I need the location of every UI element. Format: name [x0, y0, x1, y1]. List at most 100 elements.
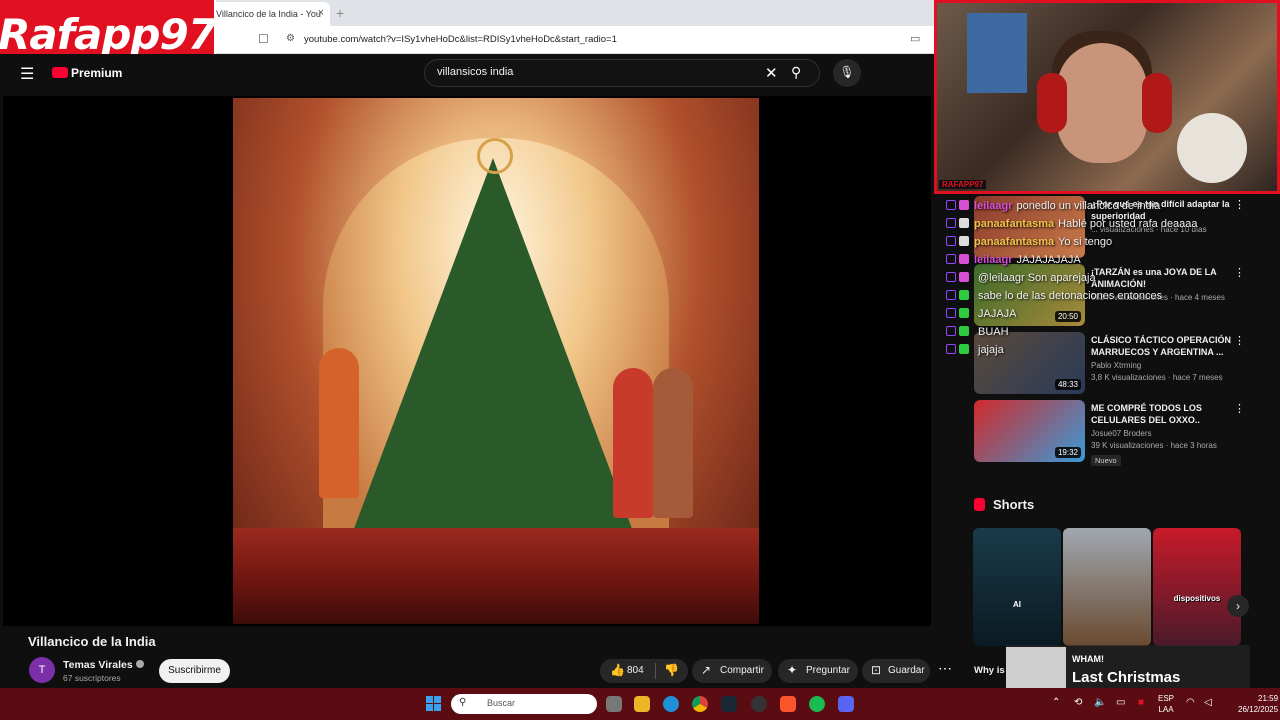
edge-icon[interactable] [663, 696, 679, 712]
site-info-icon[interactable]: ⚙ [286, 33, 295, 44]
more-actions-icon[interactable]: ⋯ [938, 660, 952, 677]
now-playing-artist: WHAM! [1072, 654, 1104, 664]
share-label: Compartir [720, 665, 764, 676]
channel-name[interactable]: Temas Virales [63, 659, 144, 671]
share-button[interactable]: ↗ Compartir [692, 659, 772, 683]
close-tab-icon[interactable]: × [318, 7, 324, 19]
video-title: Villancico de la India [28, 634, 156, 649]
volume-icon[interactable]: 🔈 [1094, 697, 1106, 708]
short-card[interactable] [1063, 528, 1151, 646]
task-view-icon[interactable] [606, 696, 622, 712]
plush-toy [1177, 113, 1247, 183]
new-tab-icon[interactable]: + [336, 5, 344, 21]
steam-icon[interactable] [721, 696, 737, 712]
clock-time: 21:59 [1258, 694, 1279, 703]
chat-badge-icon [946, 218, 956, 228]
like-icon[interactable]: 👍 [610, 663, 625, 677]
dislike-icon[interactable]: 👎 [664, 663, 679, 677]
related-video-channel[interactable]: Josue07 Broders [1091, 429, 1231, 438]
headphone-right [1142, 73, 1172, 133]
album-art [1006, 647, 1066, 691]
subscribe-button[interactable]: Suscribirme [159, 659, 230, 683]
windows-start-icon[interactable] [426, 696, 441, 711]
obs-icon[interactable] [751, 696, 767, 712]
youtube-logo[interactable]: Premium [52, 66, 122, 80]
channel-avatar[interactable]: T [29, 657, 55, 683]
video-thumbnail[interactable]: 19:32 [974, 400, 1085, 462]
cast-icon[interactable]: ▭ [910, 32, 920, 45]
shorts-title: Shorts [993, 497, 1035, 512]
chat-message: panaafantasma Yo si tengo [946, 236, 1112, 252]
chat-badge-icon [959, 218, 969, 228]
short-card[interactable]: AI [973, 528, 1061, 646]
streamer-face [1057, 43, 1147, 163]
chat-badge-icon [946, 200, 956, 210]
new-badge: Nuevo [1091, 455, 1121, 466]
search-icon: ⚲ [459, 697, 467, 708]
youtube-logo-text: Premium [71, 66, 123, 80]
chat-message: BUAH [946, 326, 1009, 342]
chat-badge-icon [959, 344, 969, 354]
person-figure [613, 368, 653, 518]
chat-username: panaafantasma [974, 236, 1055, 248]
save-button[interactable]: ⊡ Guardar [862, 659, 930, 683]
subscriber-count: 67 suscriptores [63, 673, 121, 683]
spotify-icon[interactable] [809, 696, 825, 712]
language-indicator[interactable]: ESP LAA [1158, 693, 1174, 715]
chat-badge-icon [959, 308, 969, 318]
like-count[interactable]: 804 [627, 665, 644, 676]
chat-badge-icon [946, 344, 956, 354]
person-figure [653, 368, 693, 518]
speaker-icon[interactable]: ◁ [1204, 697, 1212, 708]
file-explorer-icon[interactable] [634, 696, 650, 712]
chat-badge-icon [959, 290, 969, 300]
chat-text: @leilaagr Son aparejaja [978, 272, 1096, 284]
bookmark-save-icon: ⊡ [871, 663, 882, 677]
microphone-icon[interactable]: 🎙 [833, 59, 861, 87]
tab-title: Villancico de la India - You [216, 9, 321, 19]
short-card[interactable]: dispositivos [1153, 528, 1241, 646]
battery-icon[interactable]: ▭ [1116, 697, 1125, 708]
app-tray-icon[interactable]: ■ [1138, 697, 1144, 708]
related-video-title[interactable]: ME COMPRÉ TODOS LOS CELULARES DEL OXXO..… [1091, 402, 1231, 426]
gifts-area [233, 528, 759, 624]
video-duration: 19:32 [1054, 447, 1081, 458]
taskbar-search-placeholder: Buscar [487, 698, 516, 708]
youtube-play-icon [52, 67, 68, 78]
chat-username: panaafantasma [974, 218, 1055, 230]
brave-icon[interactable] [780, 696, 796, 712]
menu-icon[interactable]: ☰ [20, 64, 34, 84]
chat-text: Yo si tengo [1058, 236, 1113, 248]
browser-tab[interactable]: Villancico de la India - You × [210, 2, 330, 26]
person-figure [319, 348, 359, 498]
bookmark-icon[interactable]: ☐ [258, 32, 269, 46]
chat-message: JAJAJA [946, 308, 1017, 324]
stream-chat-overlay: leilaagr ponedlo un villancico de india p… [946, 198, 1246, 368]
more-options-icon[interactable]: ⋮ [1234, 402, 1245, 415]
bottom-video-title[interactable]: Why is [974, 665, 1005, 676]
search-icon[interactable]: ⚲ [791, 64, 801, 81]
network-icon[interactable]: ⟲ [1074, 697, 1082, 708]
next-arrow-icon[interactable]: › [1227, 595, 1249, 617]
related-video-card[interactable]: 19:32 ME COMPRÉ TODOS LOS CELULARES DEL … [974, 400, 1245, 466]
tray-chevron-icon[interactable]: ⌃ [1052, 697, 1060, 708]
taskbar-search[interactable]: ⚲ Buscar [451, 694, 597, 714]
discord-icon[interactable] [838, 696, 854, 712]
lang-line2: LAA [1158, 705, 1174, 714]
clear-search-icon[interactable]: ✕ [765, 64, 778, 82]
now-playing-song: Last Christmas [1072, 669, 1181, 686]
search-input[interactable]: villansicos india ✕ ⚲ [424, 59, 820, 87]
chrome-icon[interactable] [692, 696, 708, 712]
url-field[interactable]: ⚙ youtube.com/watch?v=ISy1vheHoDc&list=R… [282, 31, 882, 49]
chat-badge-icon [959, 200, 969, 210]
chat-text: Hablé por usted rafa deaaaa [1058, 218, 1198, 230]
related-video-meta: 39 K visualizaciones · hace 3 horas [1091, 441, 1217, 450]
chat-message: panaafantasma Hablé por usted rafa deaaaa [946, 218, 1198, 234]
stream-logo-text: Rafapp97 [0, 9, 217, 59]
verified-icon [135, 660, 144, 668]
wifi-icon[interactable]: ◠ [1186, 697, 1195, 708]
video-frame-image[interactable] [233, 98, 759, 624]
system-clock[interactable]: 21:59 26/12/2025 [1238, 693, 1278, 715]
chat-message: sabe lo de las detonaciones entonces [946, 290, 1162, 306]
ask-button[interactable]: ✦ Preguntar [778, 659, 858, 683]
